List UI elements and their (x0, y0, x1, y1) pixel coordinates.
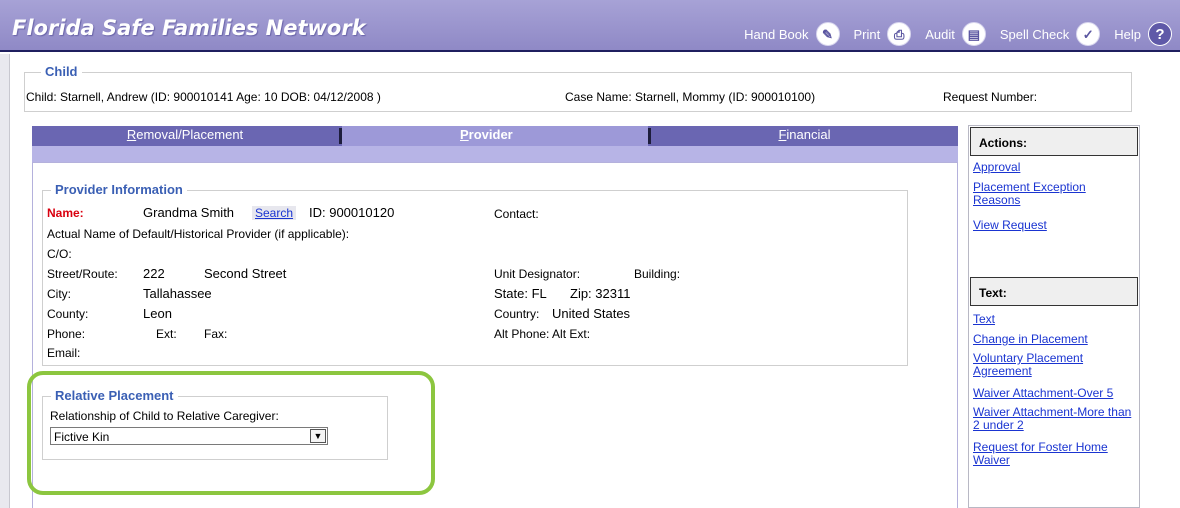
child-fieldset: Child Child: Starnell, Andrew (ID: 90001… (24, 64, 1132, 112)
actions-header: Actions: (970, 127, 1138, 156)
action-approval-link[interactable]: Approval (973, 161, 1135, 174)
zip-value: Zip: 32311 (570, 286, 631, 301)
app-header: Florida Safe Families Network Hand Book … (0, 0, 1180, 52)
spell-check-button[interactable]: Spell Check ✓ (999, 22, 1101, 46)
text-header: Text: (970, 277, 1138, 306)
print-label: Print (853, 26, 881, 42)
highlight-callout (27, 371, 435, 495)
provider-id: ID: 900010120 (309, 205, 395, 220)
left-edge-panel (0, 54, 10, 508)
request-number-label: Request Number: (943, 90, 1038, 104)
phone-label: Phone: (47, 327, 86, 341)
document-icon[interactable]: ▤ (961, 22, 986, 46)
foster-home-waiver-link[interactable]: Request for Foster Home Waiver (973, 441, 1135, 467)
co-label: C/O: (47, 247, 72, 261)
ext-label: Ext: (156, 327, 177, 341)
help-icon[interactable]: ? (1148, 22, 1172, 46)
county-value: Leon (143, 306, 172, 321)
county-label: County: (47, 307, 89, 321)
provider-search-link[interactable]: Search (252, 206, 297, 220)
child-legend: Child (41, 64, 82, 79)
waiver-more-than-2-link[interactable]: Waiver Attachment-More than 2 under 2 (973, 406, 1135, 432)
provider-info-legend: Provider Information (51, 182, 187, 197)
street-label: Street/Route: (47, 267, 118, 281)
city-label: City: (47, 287, 71, 301)
help-label: Help (1114, 26, 1141, 42)
state-value: State: FL (494, 286, 547, 301)
help-button[interactable]: Help ? (1114, 22, 1172, 46)
fax-label: Fax: (204, 327, 228, 341)
building-label: Building: (634, 267, 681, 281)
audit-label: Audit (925, 26, 955, 42)
app-title: Florida Safe Families Network (12, 16, 366, 40)
action-view-request-link[interactable]: View Request (973, 219, 1135, 232)
child-info: Child: Starnell, Andrew (ID: 900010141 A… (26, 90, 381, 104)
street-name: Second Street (204, 266, 287, 281)
header-toolbar: Hand Book ✎ Print ⎙ Audit ▤ Spell Check … (730, 20, 1172, 48)
tab-financial[interactable]: Financial (651, 126, 958, 146)
email-label: Email: (47, 346, 81, 360)
audit-button[interactable]: Audit ▤ (925, 22, 986, 46)
handbook-button[interactable]: Hand Book ✎ (744, 22, 840, 46)
change-in-placement-link[interactable]: Change in Placement (973, 333, 1135, 346)
voluntary-placement-agreement-link[interactable]: Voluntary Placement Agreement (973, 352, 1135, 378)
spell-check-icon[interactable]: ✓ (1076, 22, 1101, 46)
tab-bar: Removal/Placement Provider Financial (32, 126, 958, 146)
print-button[interactable]: Print ⎙ (854, 22, 912, 46)
provider-name: Grandma Smith (143, 205, 235, 220)
alt-phone-label: Alt Phone: Alt Ext: (494, 327, 591, 341)
name-label: Name: (47, 206, 84, 220)
waiver-over-5-link[interactable]: Waiver Attachment-Over 5 (973, 387, 1135, 400)
contact-label: Contact: (494, 207, 539, 221)
country-value: United States (552, 306, 631, 321)
tab-content-strip (32, 146, 958, 162)
action-placement-exception-link[interactable]: Placement Exception Reasons (973, 181, 1135, 207)
handbook-label: Hand Book (744, 26, 809, 42)
text-link[interactable]: Text (973, 313, 1135, 326)
printer-icon[interactable]: ⎙ (887, 22, 912, 46)
tab-provider[interactable]: Provider (342, 126, 648, 146)
street-number: 222 (143, 266, 165, 281)
unit-designator-label: Unit Designator: (494, 267, 581, 281)
country-label: Country: (494, 307, 540, 321)
pen-icon[interactable]: ✎ (815, 22, 840, 46)
actual-name-label: Actual Name of Default/Historical Provid… (47, 227, 350, 241)
case-name: Case Name: Starnell, Mommy (ID: 90001010… (565, 90, 816, 104)
tab-removal-placement[interactable]: Removal/Placement (32, 126, 338, 146)
city-value: Tallahassee (143, 286, 212, 301)
spell-check-label: Spell Check (999, 26, 1070, 42)
